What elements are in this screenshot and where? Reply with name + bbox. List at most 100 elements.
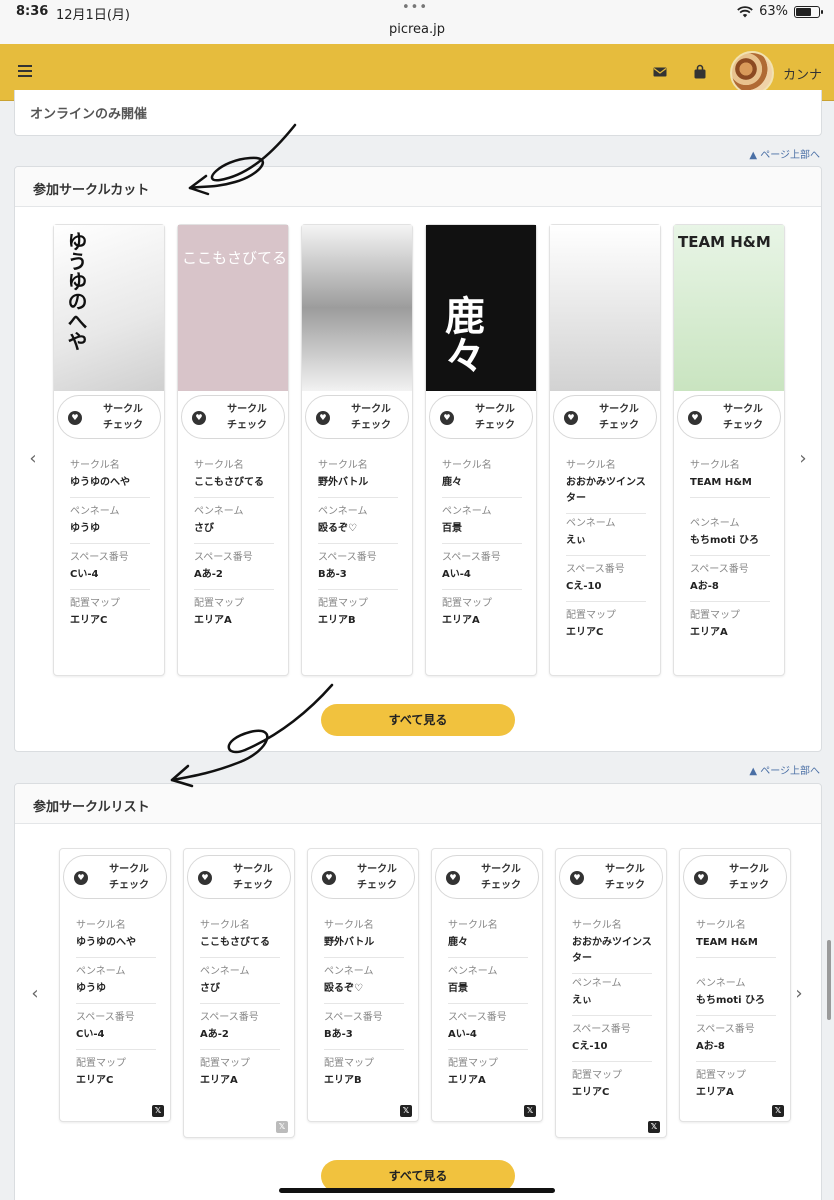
heart-icon: ♥: [440, 411, 454, 425]
x-share-icon[interactable]: 𝕏: [772, 1105, 784, 1117]
x-share-icon[interactable]: 𝕏: [152, 1105, 164, 1117]
pen-name-label: ペンネーム: [70, 506, 120, 517]
scrollbar[interactable]: [827, 940, 831, 1020]
prev-arrow-icon[interactable]: ‹: [23, 447, 43, 471]
map-area-value: エリアC: [76, 1075, 114, 1086]
divider: [324, 1049, 404, 1050]
circle-check-button[interactable]: ♥ サークル チェック: [181, 395, 285, 439]
page-top-link[interactable]: ▲ ページ上部へ: [749, 146, 820, 161]
circle-list-card[interactable]: ♥ サークル チェック サークル名 TEAM H&M ペンネーム もちmoti ひろ スペース…: [679, 848, 791, 1122]
space-number-value: Bあ-3: [324, 1029, 353, 1040]
see-all-button[interactable]: すべて見る: [321, 704, 515, 736]
heart-icon: ♥: [74, 871, 88, 885]
address-bar-url[interactable]: picrea.jp: [0, 22, 834, 37]
menu-icon[interactable]: [18, 65, 32, 77]
circle-list-card[interactable]: ♥ サークル チェック サークル名 ここもさびてる ペンネーム さび スペース番号 Aあ-2 配置…: [183, 848, 295, 1138]
circle-cut-card[interactable]: ゆうゆのへや ♥ サークル チェック サークル名 ゆうゆのへや ペンネーム ゆうゆ スペース番号…: [53, 224, 165, 676]
handdrawn-arrow-2: [170, 683, 334, 788]
divider: [572, 973, 652, 974]
circle-name-value: 鹿々: [448, 937, 468, 948]
circle-check-button[interactable]: ♥ サークル チェック: [553, 395, 657, 439]
check-label-line2: チェック: [357, 880, 397, 891]
circle-cut-card[interactable]: ♥ サークル チェック サークル名 野外バトル ペンネーム 殴るぞ♡ スペース番号 Bあ-3 配置…: [301, 224, 413, 676]
circle-name-field: サークル名 TEAM H&M: [690, 459, 770, 498]
divider: [70, 543, 150, 544]
circle-name-value: ゆうゆのへや: [70, 477, 130, 488]
pen-name-field: ペンネーム ゆうゆ: [70, 505, 150, 544]
map-area-value: エリアC: [572, 1087, 610, 1098]
next-arrow-icon[interactable]: ›: [793, 447, 813, 471]
circle-name-label: サークル名: [696, 920, 746, 931]
home-indicator[interactable]: [279, 1188, 555, 1193]
circle-check-button[interactable]: ♥ サークル チェック: [435, 855, 539, 899]
circle-cut-image[interactable]: ここもさびてる: [178, 225, 288, 391]
circle-list-card[interactable]: ♥ サークル チェック サークル名 野外バトル ペンネーム 殴るぞ♡ スペース番号 Bあ-3 配置…: [307, 848, 419, 1122]
next-arrow-icon[interactable]: ›: [789, 982, 809, 1006]
pen-name-value: えぃ: [566, 535, 586, 546]
circle-list-card[interactable]: ♥ サークル チェック サークル名 ゆうゆのへや ペンネーム ゆうゆ スペース番号 Cい-4 配置…: [59, 848, 171, 1122]
circle-check-button[interactable]: ♥ サークル チェック: [57, 395, 161, 439]
circle-check-button[interactable]: ♥ サークル チェック: [311, 855, 415, 899]
circle-check-button[interactable]: ♥ サークル チェック: [677, 395, 781, 439]
handdrawn-arrow-1: [188, 123, 297, 196]
check-label-line2: チェック: [109, 880, 149, 891]
circle-name-value: ゆうゆのへや: [76, 937, 136, 948]
circle-check-button[interactable]: ♥ サークル チェック: [559, 855, 663, 899]
x-share-icon[interactable]: 𝕏: [400, 1105, 412, 1117]
pen-name-value: 殴るぞ♡: [324, 983, 363, 994]
space-number-field: スペース番号 Bあ-3: [324, 1011, 404, 1050]
username[interactable]: カンナ: [783, 64, 822, 83]
heart-icon: ♥: [68, 411, 82, 425]
bag-icon[interactable]: [692, 64, 708, 80]
more-dots-icon[interactable]: •••: [402, 0, 428, 15]
circle-list-card[interactable]: ♥ サークル チェック サークル名 おおかみツインスター ペンネーム えぃ スペース番号 Cえ-…: [555, 848, 667, 1138]
divider: [318, 543, 398, 544]
x-share-icon[interactable]: 𝕏: [524, 1105, 536, 1117]
circle-name-label: サークル名: [194, 460, 244, 471]
pen-name-label: ペンネーム: [696, 978, 746, 989]
circle-check-label: サークル チェック: [344, 862, 410, 894]
x-share-icon[interactable]: 𝕏: [648, 1121, 660, 1133]
circle-cut-card[interactable]: TEAM H&M ♥ サークル チェック サークル名 TEAM H&M ペンネーム もちmot…: [673, 224, 785, 676]
circle-name-label: サークル名: [70, 460, 120, 471]
circle-name-value: TEAM H&M: [696, 937, 758, 948]
circle-name-label: サークル名: [572, 920, 622, 931]
check-label-line2: チェック: [233, 880, 273, 891]
space-number-label: スペース番号: [572, 1024, 631, 1035]
space-number-field: スペース番号 Cい-4: [70, 551, 150, 590]
circle-check-button[interactable]: ♥ サークル チェック: [63, 855, 167, 899]
map-area-label: 配置マップ: [690, 610, 740, 621]
circle-check-label: サークル チェック: [462, 402, 528, 434]
circle-cut-card[interactable]: ♥ サークル チェック サークル名 おおかみツインスター ペンネーム えぃ スペース番号 Cえ-…: [549, 224, 661, 676]
map-area-label: 配置マップ: [572, 1070, 622, 1081]
map-area-label: 配置マップ: [696, 1070, 746, 1081]
circle-check-button[interactable]: ♥ サークル チェック: [187, 855, 291, 899]
space-number-field: スペース番号 Bあ-3: [318, 551, 398, 590]
circle-cut-card[interactable]: ここもさびてる ♥ サークル チェック サークル名 ここもさびてる ペンネーム さび スペース番…: [177, 224, 289, 676]
circle-cut-image[interactable]: TEAM H&M: [674, 225, 784, 391]
circle-check-button[interactable]: ♥ サークル チェック: [683, 855, 787, 899]
circle-cut-image[interactable]: [302, 225, 412, 391]
circle-cut-image[interactable]: [550, 225, 660, 391]
circle-list-card[interactable]: ♥ サークル チェック サークル名 鹿々 ペンネーム 百景 スペース番号 Aい-4 配置マップ エリ…: [431, 848, 543, 1122]
x-share-icon[interactable]: 𝕏: [276, 1121, 288, 1133]
section-title: 参加サークルリスト: [33, 800, 150, 815]
circle-cut-image[interactable]: 鹿々: [426, 225, 536, 391]
circle-cut-card[interactable]: 鹿々 ♥ サークル チェック サークル名 鹿々 ペンネーム 百景 スペース番号 Aい-4 配置マップ…: [425, 224, 537, 676]
prev-arrow-icon[interactable]: ‹: [25, 982, 45, 1006]
map-area-field: 配置マップ エリアA: [194, 597, 274, 629]
circle-cut-image[interactable]: ゆうゆのへや: [54, 225, 164, 391]
circle-check-button[interactable]: ♥ サークル チェック: [429, 395, 533, 439]
circle-check-label: サークル チェック: [338, 402, 404, 434]
circle-check-label: サークル チェック: [468, 862, 534, 894]
divider: [448, 1003, 528, 1004]
page-top-link[interactable]: ▲ ページ上部へ: [749, 762, 820, 777]
mail-icon[interactable]: [652, 64, 668, 80]
space-number-value: Aお-8: [690, 581, 719, 592]
divider: [442, 589, 522, 590]
pen-name-label: ペンネーム: [566, 518, 616, 529]
map-area-field: 配置マップ エリアA: [690, 609, 770, 641]
avatar[interactable]: [730, 51, 774, 95]
circle-check-button[interactable]: ♥ サークル チェック: [305, 395, 409, 439]
space-number-label: スペース番号: [448, 1012, 507, 1023]
